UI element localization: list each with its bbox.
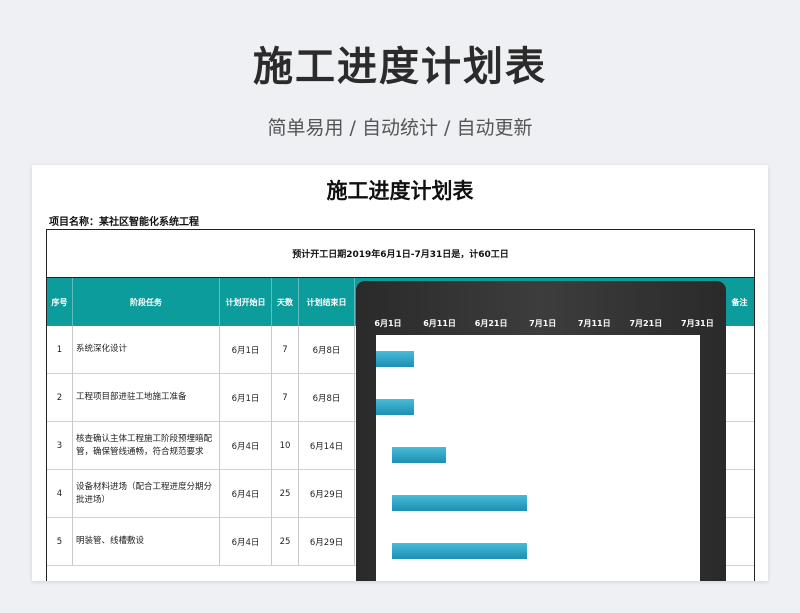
gantt-tick-label: 7月31日 [681,319,714,328]
row-days: 25 [272,470,299,517]
header-days: 天数 [272,278,299,326]
row-remarks [725,326,754,373]
row-end: 6月29日 [299,518,355,565]
gantt-bar [392,543,528,559]
header-task: 阶段任务 [73,278,220,326]
gantt-tick-label: 6月21日 [474,319,508,328]
gantt-chart: 6月1日 6月11日 6月21日 7月1日 7月11日 7月21日 7月31日 [356,281,726,581]
banner-subtitle: 简单易用 / 自动统计 / 自动更新 [267,117,533,139]
row-remarks [725,470,754,517]
gantt-plot-area [376,335,700,581]
row-seq: 2 [47,374,73,421]
gantt-bar [376,351,414,367]
row-remarks [725,518,754,565]
header-start: 计划开始日 [220,278,272,326]
header-end: 计划结束日 [299,278,355,326]
row-remarks [725,422,754,469]
row-task: 明装管、线槽敷设 [73,518,220,565]
row-seq: 4 [47,470,73,517]
row-end: 6月14日 [299,422,355,469]
gantt-tick-label: 7月1日 [529,319,557,328]
schedule-note: 预计开工日期2019年6月1日-7月31日是，计60工日 [47,230,754,278]
header-remarks: 备注 [731,297,748,307]
row-seq: 3 [47,422,73,469]
row-days: 7 [272,326,299,373]
row-days: 10 [272,422,299,469]
header-seq: 序号 [47,278,73,326]
row-seq: 1 [47,326,73,373]
banner-title: 施工进度计划表 [253,44,547,90]
row-start: 6月1日 [220,374,272,421]
gantt-tick-label: 6月1日 [374,319,402,328]
row-start: 6月1日 [220,326,272,373]
row-start: 6月4日 [220,470,272,517]
gantt-tick-label: 6月11日 [423,319,456,328]
row-days: 7 [272,374,299,421]
gantt-bar [392,495,528,511]
row-task: 设备材料进场（配合工程进度分期分批进场） [73,470,220,517]
sheet-title: 施工进度计划表 [326,179,474,203]
spreadsheet-preview: 施工进度计划表 项目名称：某社区智能化系统工程 预计开工日期2019年6月1日-… [32,165,768,581]
row-task: 系统深化设计 [73,326,220,373]
row-task: 工程项目部进驻工地施工准备 [73,374,220,421]
row-task: 核查确认主体工程施工阶段预埋暗配管，确保管线通畅，符合规范要求 [73,422,220,469]
row-end: 6月29日 [299,470,355,517]
row-days: 25 [272,518,299,565]
gantt-bar [376,399,414,415]
gantt-tick-label: 7月11日 [577,319,611,328]
project-name-label: 项目名称：某社区智能化系统工程 [49,217,199,228]
row-end: 6月8日 [299,326,355,373]
row-remarks [725,374,754,421]
row-seq: 5 [47,518,73,565]
row-start: 6月4日 [220,422,272,469]
gantt-tick-label: 7月21日 [629,319,663,328]
row-start: 6月4日 [220,518,272,565]
gantt-bar [392,447,447,463]
row-end: 6月8日 [299,374,355,421]
